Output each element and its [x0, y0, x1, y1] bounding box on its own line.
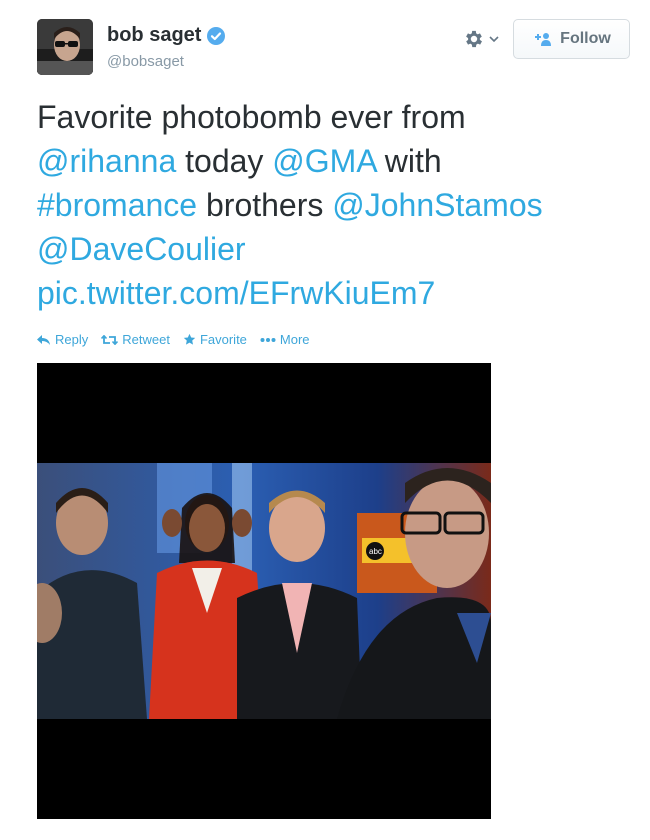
- media-link[interactable]: pic.twitter.com/EFrwKiuEm7: [37, 275, 435, 311]
- hashtag-link-bromance[interactable]: #bromance: [37, 187, 197, 223]
- follow-label: Follow: [560, 30, 611, 47]
- avatar-image: [37, 19, 93, 75]
- chevron-down-icon: [489, 36, 499, 43]
- favorite-label: Favorite: [199, 332, 247, 347]
- favorite-action[interactable]: Favorite: [183, 332, 247, 347]
- abc-logo: abc: [369, 547, 382, 556]
- tweet-text: Favorite photobomb ever from @rihanna to…: [37, 95, 627, 315]
- reply-action[interactable]: Reply: [37, 332, 88, 347]
- tweet-text-segment: brothers: [197, 187, 333, 223]
- photo-image: abc: [37, 363, 491, 819]
- user-fullname[interactable]: bob saget: [107, 24, 201, 47]
- mention-link-rihanna[interactable]: @rihanna: [37, 143, 176, 179]
- tweet-line: @DaveCoulier: [37, 227, 627, 271]
- mention-link-johnstamos[interactable]: @JohnStamos: [332, 187, 542, 223]
- add-user-icon: [535, 33, 552, 46]
- more-action[interactable]: More: [260, 332, 310, 347]
- tweet-photo[interactable]: abc: [37, 363, 491, 819]
- tweet-text-segment: today: [176, 143, 273, 179]
- tweet-actions: Reply Retweet Favorite More: [37, 332, 323, 347]
- ellipsis-icon: [260, 337, 276, 342]
- user-handle[interactable]: @bobsaget: [107, 53, 184, 70]
- more-label: More: [279, 332, 310, 347]
- retweet-icon: [101, 334, 119, 345]
- tweet-line: pic.twitter.com/EFrwKiuEm7: [37, 271, 627, 315]
- tweet-text-segment: Favorite photobomb ever from: [37, 99, 466, 135]
- reply-icon: [37, 334, 50, 345]
- tweet-text-segment: with: [375, 143, 442, 179]
- user-actions-dropdown[interactable]: [463, 25, 503, 53]
- mention-link-davecoulier[interactable]: @DaveCoulier: [37, 231, 246, 267]
- mention-link-gma[interactable]: @GMA: [272, 143, 376, 179]
- tweet-line: @rihanna today @GMA with: [37, 139, 627, 183]
- verified-badge-icon: [207, 26, 226, 45]
- tweet-line: #bromance brothers @JohnStamos: [37, 183, 627, 227]
- star-icon: [183, 333, 196, 345]
- user-name-row[interactable]: bob saget: [107, 24, 226, 47]
- retweet-action[interactable]: Retweet: [101, 332, 170, 347]
- tweet-line: Favorite photobomb ever from: [37, 95, 627, 139]
- retweet-label: Retweet: [122, 332, 170, 347]
- reply-label: Reply: [55, 332, 89, 347]
- avatar[interactable]: [37, 19, 93, 75]
- gear-icon: [466, 30, 482, 48]
- follow-button[interactable]: Follow: [513, 19, 630, 59]
